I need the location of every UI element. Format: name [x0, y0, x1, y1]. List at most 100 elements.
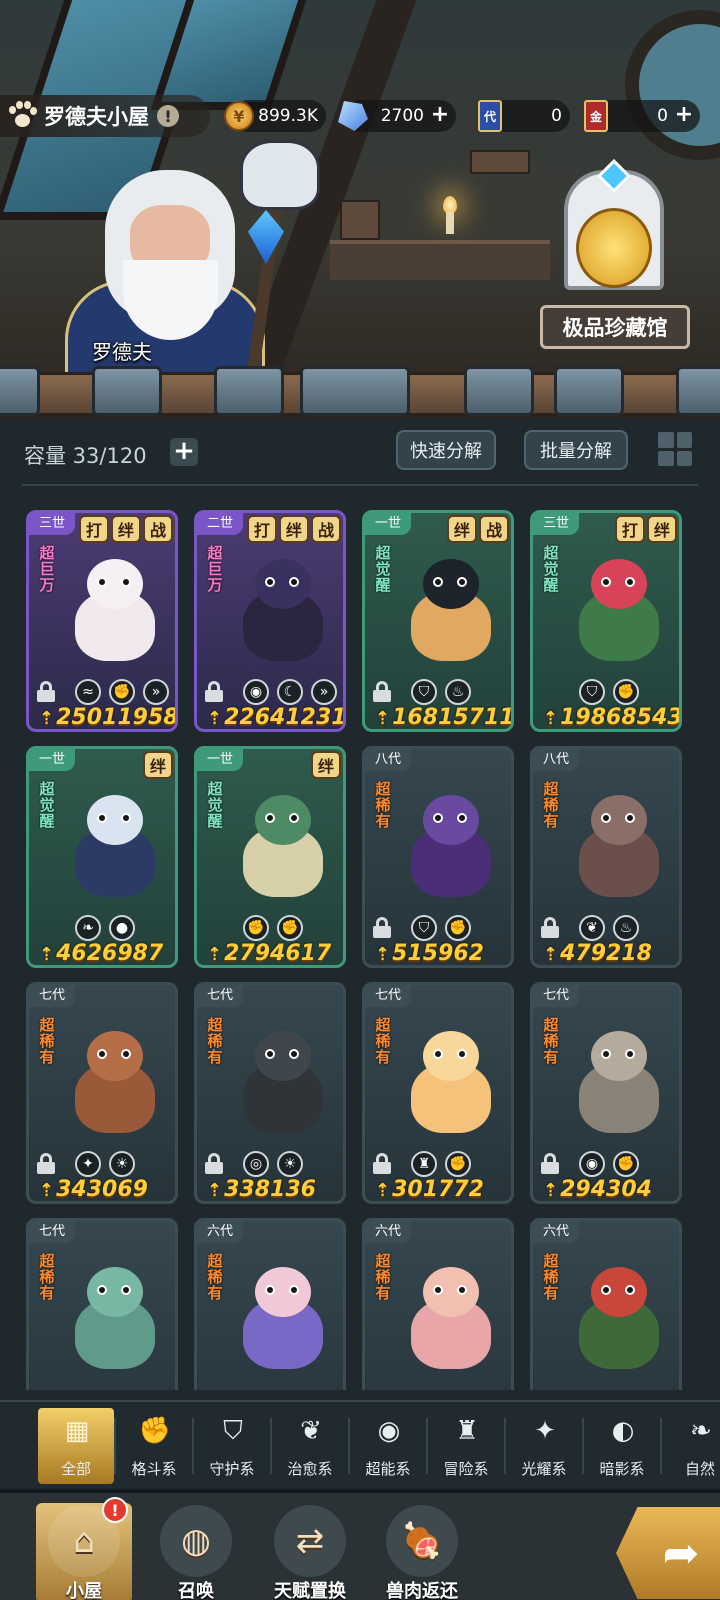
power-value: 515962: [375, 941, 484, 965]
go-button[interactable]: ➦: [616, 1507, 720, 1599]
desk: [330, 240, 550, 280]
filter-lantern[interactable]: ♜ 冒险系: [428, 1408, 504, 1484]
hut-title: 罗德夫小屋: [44, 105, 149, 129]
skill-badge: 绊: [143, 751, 173, 779]
rarity-label: 超巨万: [207, 544, 223, 594]
monster-card[interactable]: 三世打绊战超巨万 ≈ ✊ »25011958: [26, 510, 178, 732]
nav-egg[interactable]: ◍ 召唤: [148, 1503, 244, 1600]
skill-badge: 绊: [111, 515, 141, 543]
filter-compass[interactable]: ✦ 光耀系: [506, 1408, 582, 1484]
monster-head: [87, 1031, 143, 1081]
lock-icon[interactable]: [541, 917, 559, 938]
grid-view-icon[interactable]: [656, 430, 694, 468]
monster-card[interactable]: 六代 超稀有: [194, 1218, 346, 1390]
expand-capacity-button[interactable]: +: [170, 438, 198, 466]
filter-all[interactable]: ▦ 全部: [38, 1408, 114, 1484]
filter-psychic[interactable]: ◉ 超能系: [350, 1408, 426, 1484]
lock-icon[interactable]: [373, 681, 391, 702]
lock-icon[interactable]: [37, 1153, 55, 1174]
rarity-label: 超稀有: [543, 780, 559, 830]
rarity-label: 超稀有: [39, 1252, 55, 1302]
monster-card[interactable]: 一世绊战超觉醒⛉♨16815711: [362, 510, 514, 732]
paw-icon: [6, 100, 38, 132]
skill-badge: 绊: [279, 515, 309, 543]
monster-card[interactable]: 七代超稀有: [26, 1218, 178, 1390]
nav-house[interactable]: ⌂ 小屋!: [36, 1497, 132, 1600]
filter-separator: [504, 1418, 506, 1474]
rail-bracket: [676, 366, 720, 416]
filter-separator: [348, 1418, 350, 1474]
monster-card[interactable]: 六代 超稀有: [362, 1218, 514, 1390]
lock-icon[interactable]: [205, 1153, 223, 1174]
psychic-icon: ◎: [243, 1151, 269, 1177]
monster-card[interactable]: 二世打绊战超巨万 ◉ ☾ »22641231: [194, 510, 346, 732]
filter-separator: [660, 1418, 662, 1474]
monster-eye: [457, 813, 467, 823]
card-icon-row: ⛉ ♨: [365, 677, 511, 705]
skill-badge: 绊: [447, 515, 477, 543]
nav-swap[interactable]: ⇄ 天赋置换: [262, 1503, 358, 1600]
monster-card[interactable]: 八代超稀有⛉✊515962: [362, 746, 514, 968]
lock-icon[interactable]: [541, 1153, 559, 1174]
monster-eye: [121, 577, 131, 587]
lock-icon[interactable]: [37, 681, 55, 702]
batch-decompose-button[interactable]: 批量分解: [524, 430, 628, 470]
monster-eye: [601, 1049, 611, 1059]
filter-label: 自然: [684, 1460, 715, 1478]
filter-leaf[interactable]: ❧ 自然: [662, 1408, 720, 1484]
monster-eye: [289, 1285, 299, 1295]
rarity-label: 超觉醒: [543, 544, 559, 594]
fist-icon: ✊: [277, 915, 303, 941]
porthole-window: [625, 10, 720, 160]
filter-shield[interactable]: ⛉ 守护系: [194, 1408, 270, 1484]
monster-eye: [97, 813, 107, 823]
museum-label: 极品珍藏馆: [540, 305, 690, 349]
skill-badges: 打绊战: [79, 515, 173, 543]
monster-card[interactable]: 三世打绊超觉醒⛉✊19868543: [530, 510, 682, 732]
monster-card[interactable]: 六代 超稀有: [530, 1218, 682, 1390]
skill-badges: 打绊战: [247, 515, 341, 543]
monster-head: [87, 795, 143, 845]
skill-badges: 绊: [143, 751, 173, 779]
monster-card[interactable]: 八代超稀有❦♨479218: [530, 746, 682, 968]
monster-portrait: [65, 1259, 165, 1379]
lock-icon[interactable]: [205, 681, 223, 702]
rarity-label: 超稀有: [207, 1252, 223, 1302]
nav-label: 召唤: [178, 1581, 214, 1600]
lock-icon[interactable]: [373, 1153, 391, 1174]
gold-coin-counter[interactable]: ¥ 899.3K: [224, 100, 326, 132]
monster-head: [591, 559, 647, 609]
character-name: 罗德夫: [92, 339, 152, 364]
lock-icon[interactable]: [373, 917, 391, 938]
monster-head: [423, 795, 479, 845]
monster-card[interactable]: 一世绊超觉醒✊✊2794617: [194, 746, 346, 968]
generation-tag: 七代: [29, 1221, 76, 1243]
nav-meat[interactable]: 🍖 兽肉返还: [374, 1503, 470, 1600]
candle: [446, 212, 454, 234]
museum-entrance[interactable]: 极品珍藏馆: [540, 159, 700, 360]
filter-fist[interactable]: ✊ 格斗系: [116, 1408, 192, 1484]
skill-badge: 打: [79, 515, 109, 543]
monster-portrait: [233, 551, 333, 671]
info-icon[interactable]: !: [157, 105, 179, 127]
monster-portrait: [569, 1259, 669, 1379]
rarity-label: 超稀有: [39, 1016, 55, 1066]
skill-badge: 战: [311, 515, 341, 543]
card-icon-row: ⛉ ✊: [533, 677, 679, 705]
jin-card-add-button[interactable]: +: [674, 104, 694, 126]
rarity-label: 超觉醒: [375, 544, 391, 594]
crystal-add-button[interactable]: +: [430, 104, 450, 126]
owl-pet: [240, 140, 320, 210]
filter-sprout[interactable]: ❦ 治愈系: [272, 1408, 348, 1484]
monster-card[interactable]: 七代超稀有◎☀338136: [194, 982, 346, 1204]
monster-card[interactable]: 七代超稀有◉✊294304: [530, 982, 682, 1204]
filter-separator: [192, 1418, 194, 1474]
monster-eye: [265, 813, 275, 823]
quick-decompose-button[interactable]: 快速分解: [396, 430, 496, 470]
monster-card[interactable]: 七代超稀有♜✊301772: [362, 982, 514, 1204]
monster-card[interactable]: 一世绊超觉醒❧●4626987: [26, 746, 178, 968]
filter-label: 光耀系: [521, 1460, 567, 1478]
filter-separator: [582, 1418, 584, 1474]
filter-eye[interactable]: ◐ 暗影系: [584, 1408, 660, 1484]
monster-card[interactable]: 七代超稀有✦☀343069: [26, 982, 178, 1204]
